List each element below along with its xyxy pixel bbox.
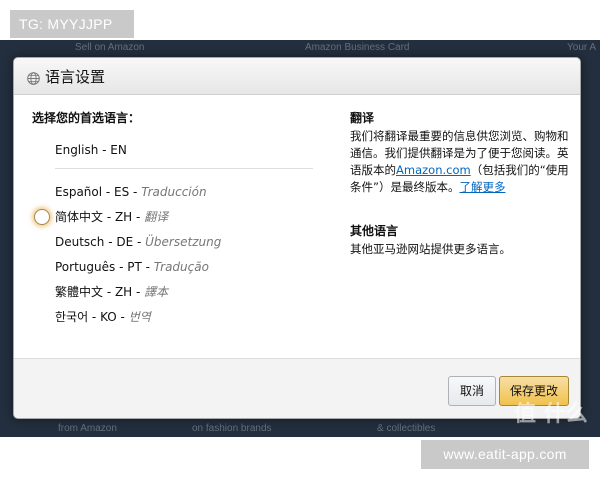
- translation-description: 我们将翻译最重要的信息供您浏览、购物和通信。我们提供翻译是为了便于您阅读。英语版…: [350, 128, 570, 196]
- language-label: 简体中文 - ZH -: [55, 210, 145, 224]
- info-panel: 翻译 我们将翻译最重要的信息供您浏览、购物和通信。我们提供翻译是为了便于您阅读。…: [350, 109, 570, 258]
- language-list: Español - ES - Traducción 简体中文 - ZH - 翻译…: [32, 183, 314, 333]
- dialog-title: 语言设置: [45, 67, 106, 86]
- language-option-default[interactable]: English - EN: [55, 143, 127, 157]
- dialog-body: 选择您的首选语言： English - EN Español - ES - Tr…: [14, 95, 580, 360]
- language-translation: 譯本: [144, 285, 169, 299]
- bg-link: on fashion brands: [192, 423, 272, 434]
- language-picker: 选择您的首选语言： English - EN Español - ES - Tr…: [32, 109, 314, 324]
- language-translation: Tradução: [153, 260, 209, 274]
- translation-heading: 翻译: [350, 111, 375, 125]
- language-label: Português - PT -: [55, 260, 154, 274]
- other-languages-text: 其他亚马逊网站提供更多语言。: [350, 242, 511, 256]
- language-option-de[interactable]: Deutsch - DE - Übersetzung: [32, 233, 314, 258]
- language-option-es[interactable]: Español - ES - Traducción: [32, 183, 314, 208]
- divider: [55, 168, 313, 169]
- bg-link: Sell on Amazon: [75, 42, 145, 53]
- dialog-header: 语言设置: [14, 58, 580, 95]
- language-translation: Übersetzung: [145, 235, 222, 249]
- cancel-button[interactable]: 取消: [448, 376, 496, 406]
- amazon-com-link[interactable]: Amazon.com: [396, 163, 471, 177]
- language-translation: Traducción: [141, 185, 207, 199]
- language-translation: 번역: [128, 310, 151, 324]
- globe-icon: [27, 70, 40, 85]
- language-label: Deutsch - DE -: [55, 235, 146, 249]
- other-languages-heading: 其他语言: [350, 224, 399, 238]
- watermark-tag-top: TG: MYYJJPP: [10, 10, 134, 38]
- other-languages-block: 其他语言 其他亚马逊网站提供更多语言。: [350, 222, 570, 258]
- learn-more-link[interactable]: 了解更多: [459, 180, 505, 194]
- language-label: 繁體中文 - ZH -: [55, 285, 145, 299]
- language-settings-dialog: 语言设置 选择您的首选语言： English - EN Español - ES…: [13, 57, 581, 419]
- bg-link: from Amazon: [58, 423, 117, 434]
- watermark-tag-bottom: www.eatit-app.com: [421, 440, 589, 469]
- language-label: 한국어 - KO -: [55, 310, 129, 324]
- bg-link: Your A: [567, 42, 597, 53]
- dialog-footer: 取消 保存更改: [14, 358, 580, 418]
- language-option-ko[interactable]: 한국어 - KO - 번역: [32, 308, 314, 333]
- watermark-logo: 值 什么: [514, 402, 588, 427]
- language-label: Español - ES -: [55, 185, 142, 199]
- language-option-zh-hans[interactable]: 简体中文 - ZH - 翻译: [32, 208, 314, 233]
- bg-link: & collectibles: [377, 423, 436, 434]
- language-translation: 翻译: [144, 210, 169, 224]
- language-option-pt[interactable]: Português - PT - Tradução: [32, 258, 314, 283]
- bg-link: Amazon Business Card: [305, 42, 410, 53]
- language-prompt: 选择您的首选语言：: [32, 111, 141, 125]
- radio-button-selected[interactable]: [34, 209, 50, 225]
- language-option-zh-hant[interactable]: 繁體中文 - ZH - 譯本: [32, 283, 314, 308]
